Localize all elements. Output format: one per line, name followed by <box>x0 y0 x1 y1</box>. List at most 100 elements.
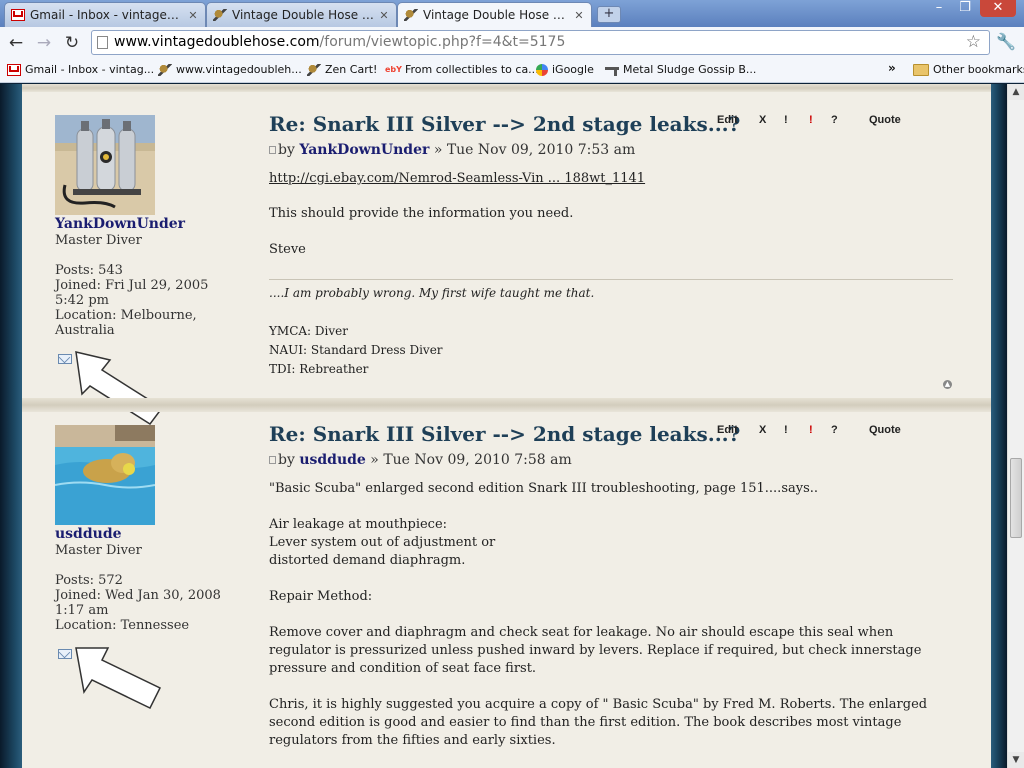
diver-icon <box>404 9 418 21</box>
post-paragraph: Chris, it is highly suggested you acquir… <box>269 697 928 748</box>
maximize-button[interactable]: ❐ <box>952 0 978 17</box>
user-location: Location: Melbourne, Australia <box>55 308 197 338</box>
post-byline: by YankDownUnder » Tue Nov 09, 2010 7:53… <box>269 142 635 158</box>
forum-post: usddude Master Diver Posts: 572 Joined: … <box>22 412 991 768</box>
quote-button[interactable]: Quote <box>869 424 901 436</box>
report-button[interactable]: ! <box>784 424 788 436</box>
byline-author[interactable]: usddude <box>299 452 366 468</box>
back-to-top-icon[interactable]: ▲ <box>943 380 952 389</box>
ebay-icon: ebY <box>385 64 402 74</box>
signature-line: TDI: Rebreather <box>269 362 369 376</box>
back-button[interactable]: ← <box>5 32 27 54</box>
edit-button[interactable]: Edit <box>717 114 738 126</box>
close-icon[interactable]: ✕ <box>571 9 587 22</box>
post-paragraph: "Basic Scuba" enlarged second edition Sn… <box>269 481 819 496</box>
byline-by: by <box>278 142 295 158</box>
bookmark-label: www.vintagedoubleh... <box>176 63 302 76</box>
scroll-up-arrow-icon[interactable]: ▲ <box>1008 84 1024 100</box>
vertical-scrollbar[interactable]: ▲ ▼ <box>1007 84 1024 768</box>
folder-icon <box>913 63 929 76</box>
post-author-name[interactable]: usddude <box>55 526 122 542</box>
signature-lines: YMCA: Diver NAUI: Standard Dress Diver T… <box>269 322 959 379</box>
bookmark-label: Other bookmarks <box>933 63 1024 76</box>
avatar[interactable] <box>55 425 155 525</box>
gmail-icon <box>11 9 25 21</box>
scroll-down-arrow-icon[interactable]: ▼ <box>1008 752 1024 768</box>
post-title[interactable]: Re: Snark III Silver --> 2nd stage leaks… <box>269 112 740 136</box>
avatar[interactable] <box>55 115 155 215</box>
url-host: www.vintagedoublehose.com <box>114 34 320 50</box>
post-byline: by usddude » Tue Nov 09, 2010 7:58 am <box>269 452 572 468</box>
bookmark-other[interactable]: Other bookmarks <box>913 63 1024 76</box>
report-button[interactable]: ! <box>784 114 788 126</box>
signature-divider <box>269 279 953 280</box>
minimize-button[interactable]: – <box>926 0 952 17</box>
bookmarks-overflow-chevron-icon[interactable]: » <box>888 61 896 75</box>
tab-title: Gmail - Inbox - vintagedou... <box>30 8 185 22</box>
browser-toolbar: ← → ↻ www.vintagedoublehose.com/forum/vi… <box>0 27 1024 59</box>
diver-icon <box>213 9 227 21</box>
byline-author[interactable]: YankDownUnder <box>299 142 429 158</box>
bookmarks-bar: Gmail - Inbox - vintag... www.vintagedou… <box>0 59 1024 83</box>
signature-line: NAUI: Standard Dress Diver <box>269 343 443 357</box>
close-icon[interactable]: ✕ <box>376 9 392 22</box>
info-button[interactable]: ? <box>831 114 838 126</box>
address-bar[interactable]: www.vintagedoublehose.com/forum/viewtopi… <box>91 30 990 55</box>
forum-content: YankDownUnder Master Diver Posts: 543 Jo… <box>22 84 991 768</box>
post-body: http://cgi.ebay.com/Nemrod-Seamless-Vin … <box>269 170 959 188</box>
delete-button[interactable]: X <box>759 424 766 436</box>
post-text-line: This should provide the information you … <box>269 206 574 221</box>
new-tab-button[interactable]: + <box>597 6 621 23</box>
google-icon <box>536 63 548 76</box>
reload-icon: ↻ <box>64 33 80 53</box>
post-title[interactable]: Re: Snark III Silver --> 2nd stage leaks… <box>269 422 740 446</box>
bookmark-igoogle[interactable]: iGoogle <box>536 63 594 76</box>
diver-icon <box>307 63 321 76</box>
bookmark-vdh[interactable]: www.vintagedoubleh... <box>158 63 302 76</box>
post-paragraph: Air leakage at mouthpiece: Lever system … <box>269 517 496 568</box>
forward-button[interactable]: → <box>33 32 55 54</box>
wrench-menu-icon[interactable]: 🔧 <box>996 32 1016 51</box>
post-icon <box>269 456 276 464</box>
post-text-line: Steve <box>269 242 306 257</box>
user-profile-details: Posts: 572 Joined: Wed Jan 30, 2008 1:17… <box>55 573 240 633</box>
tab-vdh-view[interactable]: Vintage Double Hose • Vie... ✕ <box>397 2 592 27</box>
bookmark-metal-sludge[interactable]: Metal Sludge Gossip B... <box>605 63 756 76</box>
tab-title: Vintage Double Hose • Vie... <box>423 8 571 22</box>
warn-button[interactable]: ! <box>809 114 813 126</box>
user-rank: Master Diver <box>55 543 142 558</box>
bookmark-star-icon[interactable]: ☆ <box>966 31 981 54</box>
avatar-dog-swimming-image <box>55 425 155 525</box>
edit-button[interactable]: Edit <box>717 424 738 436</box>
close-window-button[interactable]: ✕ <box>980 0 1016 17</box>
scrollbar-thumb[interactable] <box>1010 458 1022 538</box>
gmail-icon <box>7 63 21 76</box>
info-button[interactable]: ? <box>831 424 838 436</box>
bookmark-label: Zen Cart! <box>325 63 378 76</box>
bookmark-gmail[interactable]: Gmail - Inbox - vintag... <box>7 63 154 76</box>
reload-button[interactable]: ↻ <box>61 32 83 54</box>
post-icon <box>269 146 276 154</box>
bookmark-label: Metal Sludge Gossip B... <box>623 63 757 76</box>
tab-vdh-post[interactable]: Vintage Double Hose • Post... ✕ <box>206 2 397 27</box>
arrow-right-icon: → <box>36 33 52 53</box>
post-author-name[interactable]: YankDownUnder <box>55 216 185 232</box>
close-icon[interactable]: ✕ <box>185 9 201 22</box>
arrow-left-icon: ← <box>8 33 24 53</box>
tab-gmail[interactable]: Gmail - Inbox - vintagedou... ✕ <box>4 2 206 27</box>
url-path: /forum/viewtopic.php?f=4&t=5175 <box>319 34 566 50</box>
post-link[interactable]: http://cgi.ebay.com/Nemrod-Seamless-Vin … <box>269 171 645 186</box>
post-date: » Tue Nov 09, 2010 7:58 am <box>370 452 572 468</box>
page-icon <box>97 36 108 49</box>
bookmark-ebay[interactable]: ebY From collectibles to ca... <box>385 63 539 76</box>
user-post-count: Posts: 543 <box>55 263 123 278</box>
warn-button[interactable]: ! <box>809 424 813 436</box>
bookmark-zencart[interactable]: Zen Cart! <box>307 63 377 76</box>
browser-titlebar: Gmail - Inbox - vintagedou... ✕ Vintage … <box>0 0 1024 27</box>
byline-by: by <box>278 452 295 468</box>
user-rank: Master Diver <box>55 233 142 248</box>
signature-quote: ....I am probably wrong. My first wife t… <box>269 286 595 300</box>
quote-button[interactable]: Quote <box>869 114 901 126</box>
user-post-count: Posts: 572 <box>55 573 123 588</box>
delete-button[interactable]: X <box>759 114 766 126</box>
